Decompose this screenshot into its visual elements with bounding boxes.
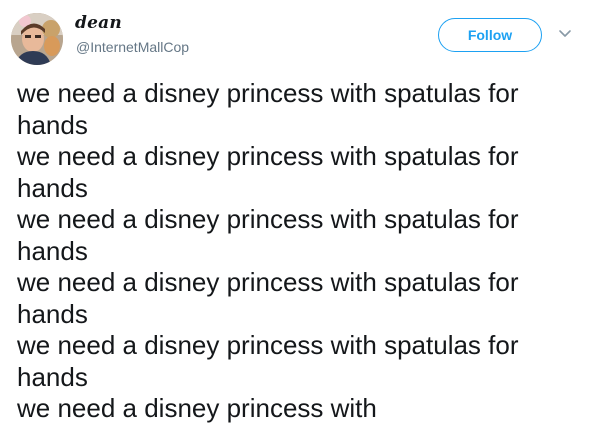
tweet-text-line: we need a disney princess with spatulas … [17,267,519,297]
tweet-text-line: hands [17,172,88,203]
author-display-name[interactable]: dean [75,13,122,33]
tweet-text: we need a disney princess with spatulas … [17,78,577,425]
tweet-text-line: we need a disney princess with spatulas … [17,141,519,171]
avatar-photo-icon [11,13,63,65]
tweet-text-line: hands [17,235,88,266]
tweet-text-line: we need a disney princess with spatulas … [17,330,519,360]
tweet-text-line: we need a disney princess with spatulas … [17,204,519,234]
avatar[interactable] [11,13,63,65]
author-handle[interactable]: @InternetMallCop [76,38,189,56]
tweet-text-line: we need a disney princess with [17,393,377,423]
tweet-text-line: hands [17,361,88,392]
follow-button[interactable]: Follow [438,18,542,52]
tweet-card: dean @InternetMallCop Follow we need a d… [0,0,597,433]
tweet-text-line: hands [17,298,88,329]
chevron-down-icon[interactable] [558,29,572,39]
tweet-text-line: we need a disney princess with spatulas … [17,78,519,108]
tweet-text-line: hands [17,109,88,140]
